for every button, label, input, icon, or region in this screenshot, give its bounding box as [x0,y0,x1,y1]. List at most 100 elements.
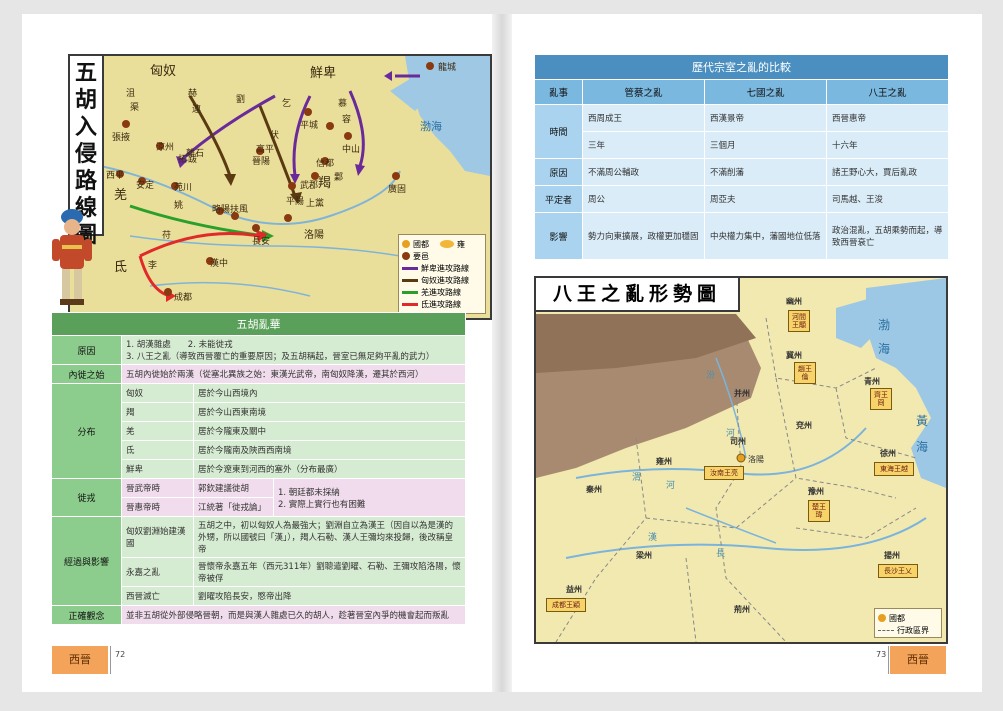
legend-important-row: 要邑 [402,250,482,262]
clan-rebellions-table: 歷代宗室之亂的比較 亂事 管蔡之亂 七國之亂 八王之亂 時間 西周成王 西漢景帝… [534,54,949,260]
province-label: 梁州 [636,550,652,560]
footer-divider [888,646,889,674]
route-arrow-icon [402,278,418,282]
sea-label: 海 [878,342,891,356]
capital-marker-icon [878,614,886,622]
map1-title-char: 路 [74,168,97,194]
inner-migration-cell: 五胡內徙始於兩漢（從塞北異族之始：東漢光武帝，南匈奴降漢，遷其於西河） [121,364,466,384]
correct-view-cell: 並非五胡從外部侵略晉朝，而是與漢人雜處已久的胡人，趁著晉室內爭的機會起而叛亂 [121,605,466,625]
route-arrow-icon [402,302,418,306]
place-wuyuan: 武郡 [300,181,319,191]
map1-title-char: 五 [74,60,97,86]
tribe-label: 赫 [188,89,198,99]
table-title: 五胡亂華 [51,312,466,336]
table-cell: 不滿削藩 [704,158,827,186]
tribe-label: 連 [192,105,202,115]
causes-line: 1. 胡漢雜處 2. 未能徙戎 [126,340,233,350]
legend-capital-label: 國都 [889,613,905,623]
region-qiang: 羌 [114,188,128,203]
river-label: 河 [666,481,676,491]
legend-route-label: 羌進攻路線 [421,287,461,297]
river-label: 渭 [632,473,642,483]
king-chengdu-label: 成都王穎 [546,598,586,612]
place-gaoping: 高平 [256,145,275,155]
map1-title-char: 入 [74,114,97,140]
table-cell: 政治混亂，五胡乘勢而起，導致西晉衰亡 [826,212,949,260]
sea-label: 渤 [878,318,891,332]
legend-capital-row: 國都 雍 [402,238,482,250]
book-spread: 五 胡 入 侵 路 線 圖 匈奴 鮮卑 羌 氐 羯 渤海 龍城 平城 中山 廣固… [0,0,1003,711]
row-label-causes: 原因 [51,335,122,365]
table-cell: 諸王野心大，賈后亂政 [826,158,949,186]
tribe-label: 苻 [162,231,172,241]
sea-bohai: 渤海 [420,120,442,133]
place-shangdang: 上黨 [306,199,325,209]
legend-route-row: 匈奴進攻路線 [402,274,482,286]
tribe-label: 李 [148,261,158,271]
region-xiongnu: 匈奴 [150,64,177,79]
king-hejian-label: 河間王顒 [788,310,810,332]
footer-section-tab-left: 西晉 [52,646,108,674]
tribe-name-cell: 氐 [121,440,194,460]
province-label: 并州 [734,388,750,398]
row-label-distribution: 分布 [51,383,122,479]
eight-princes-map: 八王之亂形勢圖 幽州 冀州 并州 兗州 青州 司州 徐州 雍州 豫州 秦州 梁州… [534,276,948,644]
row-label-cause: 原因 [534,158,583,186]
book-gutter [492,14,512,692]
place-chengdu: 成都 [174,293,193,303]
legend-border-row: 行政區界 [878,624,938,636]
place-longcheng: 龍城 [438,63,457,73]
xurong-emperor-cell: 晉武帝時 [121,478,194,498]
process-event-cell: 匈奴劉淵始建漢國 [121,516,194,558]
tribe-label: 容 [342,115,352,125]
process-text-cell: 五胡之中，初以匈奴人為最強大；劉淵自立為漢王（因自以為是漢的外甥，所以國號曰「漢… [193,516,466,558]
province-label: 幽州 [786,296,802,306]
page-number-left: 72 [115,650,126,659]
legend-capital-row: 國都 [878,612,938,624]
table-cell: 勢力向東擴展，政權更加穩固 [582,212,705,260]
map1-title-char: 侵 [74,141,97,167]
king-chu-label: 楚王瑋 [808,500,830,522]
province-label: 冀州 [786,350,802,360]
column-header: 七國之亂 [704,79,827,105]
place-ye: 鄴 [334,173,344,183]
table-cell: 不滿周公輔政 [582,158,705,186]
tribe-name-cell: 匈奴 [121,383,194,403]
footer-section-tab-right: 西晉 [890,646,946,674]
xurong-result-cell: 1. 朝廷都未採納 2. 實際上實行也有困難 [273,478,466,517]
tribe-label: 劉 [236,95,246,105]
province-label: 雍州 [656,456,672,466]
tribe-label: 乞 [282,99,292,109]
king-donghai-label: 東海王越 [874,462,914,476]
sea-label: 黃 [916,414,929,428]
river-label: 漢 [648,533,658,543]
king-zhao-label: 趙王倫 [794,362,816,384]
row-label-correct-view: 正確觀念 [51,605,122,625]
place-hanzhong: 漢中 [210,259,229,269]
tribe-label: 伏 [270,131,280,141]
row-label-inner-migration: 內徙之始 [51,364,122,384]
tribe-name-cell: 羯 [121,402,194,422]
tribe-location-cell: 居於今山西東南境 [193,402,466,422]
river-label: 汾 [706,371,716,381]
footer-divider [110,646,111,674]
tribe-location-cell: 居於今隴東及關中 [193,421,466,441]
map1-legend: 國都 雍 要邑 鮮卑進攻路線 匈奴進攻路線 羌進攻路線 氐進攻路線 [398,234,486,314]
table-cell: 十六年 [826,131,949,159]
table-cell: 周公 [582,185,705,213]
region-jie: 羯 [318,176,332,191]
tribe-location-cell: 居於今山西境內 [193,383,466,403]
row-label-process: 經過與影響 [51,516,122,606]
tribe-name-cell: 鮮卑 [121,459,194,479]
process-text-cell: 劉曜攻陷長安，愍帝出降 [193,586,466,606]
place-pingyang: 平陽 [286,197,305,207]
row-label-xurong: 徙戎 [51,478,122,517]
capital-marker-icon [402,240,410,248]
legend-route-row: 羌進攻路線 [402,286,482,298]
region-di: 氐 [114,260,128,275]
map2-legend: 國都 行政區界 [874,608,942,638]
tribe-name-cell: 羌 [121,421,194,441]
five-barbarians-table: 五胡亂華 原因 1. 胡漢雜處 2. 未能徙戎 3. 八王之亂（導致西晉覆亡的重… [51,312,466,625]
table-cell: 司馬越、王浚 [826,185,949,213]
table-cell: 中央權力集中，藩國地位低落 [704,212,827,260]
